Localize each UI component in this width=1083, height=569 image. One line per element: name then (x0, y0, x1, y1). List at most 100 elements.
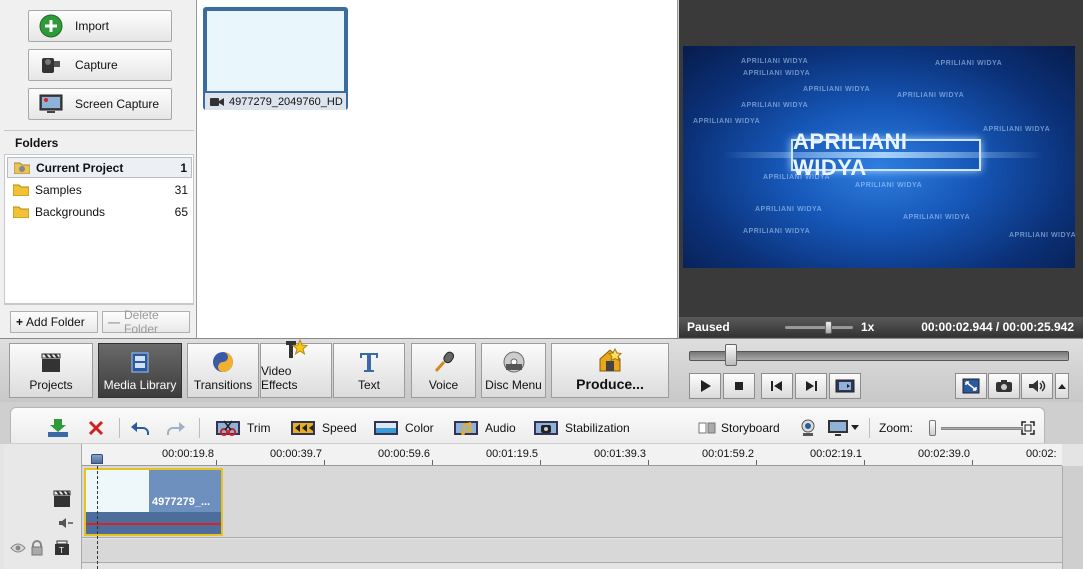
folder-buttons-bar: + Add Folder — Delete Folder (4, 304, 194, 338)
color-button[interactable]: Color (373, 417, 434, 439)
ruler-tick-label: 00:00:59.6 (378, 448, 430, 460)
frame-sequence-button[interactable] (829, 373, 861, 399)
ruler-tick-label: 00:00:19.8 (162, 448, 214, 460)
folders-header: Folders (4, 130, 194, 154)
add-folder-button[interactable]: + Add Folder (10, 311, 98, 333)
svg-text:T: T (59, 546, 64, 555)
skip-forward-icon (806, 381, 817, 391)
screen-capture-button[interactable]: Screen Capture (28, 88, 172, 120)
fullscreen-icon (962, 378, 980, 394)
stabilization-button[interactable]: Stabilization (533, 417, 630, 439)
ruler-tick (432, 460, 433, 465)
toolbar-separator (119, 418, 120, 438)
preview-panel: APRILIANI WIDYA APRILIANI WIDYA APRILIAN… (679, 0, 1083, 338)
fit-timeline-button[interactable] (1019, 417, 1043, 439)
edit-toolbar: Trim Speed Color Audio Stabilization Sto… (0, 402, 1083, 444)
stop-button[interactable] (723, 373, 755, 399)
speaker-icon (1029, 380, 1046, 392)
time-readout: 00:00:02.944 / 00:00:25.942 (921, 320, 1074, 334)
redo-button[interactable] (163, 417, 195, 439)
trim-scissors-icon (215, 418, 241, 438)
play-button[interactable] (689, 373, 721, 399)
text-track[interactable] (82, 539, 1062, 563)
fullscreen-button[interactable] (955, 373, 987, 399)
undo-button[interactable] (127, 417, 159, 439)
speed-slider-thumb[interactable] (825, 321, 832, 334)
preview-status-bar: Paused 1x 00:00:02.944 / 00:00:25.942 (679, 317, 1083, 337)
speed-icon (290, 418, 316, 438)
folder-item-current-project[interactable]: Current Project 1 (7, 157, 192, 178)
tab-projects[interactable]: Projects (9, 343, 93, 398)
ruler-tick (216, 460, 217, 465)
text-track-icon[interactable]: T (54, 540, 70, 559)
folder-item-backgrounds[interactable]: Backgrounds 65 (7, 201, 192, 222)
playhead-line (97, 466, 98, 569)
ruler-tick (864, 460, 865, 465)
speed-label: Speed (322, 421, 357, 435)
add-to-timeline-icon (45, 418, 71, 438)
stabilization-icon (533, 418, 559, 438)
volume-button[interactable] (1021, 373, 1053, 399)
plus-icon: + (16, 315, 24, 329)
tab-disc-menu[interactable]: Disc Menu (481, 343, 546, 398)
disc-menu-icon (501, 349, 527, 375)
playhead-handle[interactable] (91, 454, 103, 464)
video-track[interactable]: 4977279_... (82, 466, 1062, 538)
playback-status: Paused (687, 320, 730, 334)
preview-bg-text: APRILIANI WIDYA (855, 182, 923, 189)
delete-x-icon (83, 418, 109, 438)
film-strip-icon (835, 379, 855, 393)
add-to-timeline-button[interactable] (45, 417, 77, 439)
next-frame-button[interactable] (795, 373, 827, 399)
tab-transitions[interactable]: Transitions (187, 343, 259, 398)
minus-icon: — (108, 315, 120, 329)
tab-text[interactable]: Text (333, 343, 405, 398)
total-time: 00:00:25.942 (1002, 320, 1074, 334)
storyboard-toggle[interactable]: Storyboard (697, 417, 780, 439)
capture-button[interactable]: Capture (28, 49, 172, 81)
volume-dropdown-button[interactable] (1055, 373, 1069, 399)
audio-icon (453, 418, 479, 438)
preview-bg-text: APRILIANI WIDYA (803, 86, 871, 93)
timeline-clip[interactable]: 4977279_... (84, 468, 223, 536)
import-button[interactable]: Import (28, 10, 172, 42)
preview-title-box: APRILIANI WIDYA (791, 129, 981, 180)
produce-button[interactable]: Produce... (551, 343, 669, 398)
monitor-icon (827, 418, 849, 438)
tab-video-effects[interactable]: Video Effects (260, 338, 332, 398)
zoom-slider-thumb[interactable] (929, 420, 936, 436)
delete-folder-button[interactable]: — Delete Folder (102, 308, 190, 336)
folder-item-samples[interactable]: Samples 31 (7, 179, 192, 200)
preview-bg-text: APRILIANI WIDYA (1009, 232, 1075, 239)
lock-icon[interactable] (30, 540, 44, 559)
seek-bar-thumb[interactable] (725, 344, 737, 366)
video-effects-icon (283, 337, 309, 361)
main-toolbar: Projects Media Library Transitions Video… (0, 338, 1083, 402)
folder-name: Samples (35, 182, 82, 197)
media-item[interactable]: 4977279_2049760_HD (203, 7, 348, 110)
trim-button[interactable]: Trim (215, 417, 271, 439)
tab-media-library[interactable]: Media Library (98, 343, 182, 398)
preview-video[interactable]: APRILIANI WIDYA APRILIANI WIDYA APRILIAN… (683, 46, 1075, 268)
timeline-ruler[interactable]: 00:00:19.8 00:00:39.7 00:00:59.6 00:01:1… (82, 444, 1062, 466)
visibility-eye-icon[interactable] (10, 542, 26, 557)
snapshot-button[interactable] (988, 373, 1020, 399)
zoom-slider-track[interactable] (941, 427, 1023, 430)
screen-capture-icon (39, 92, 63, 116)
webcam-button[interactable] (795, 417, 827, 439)
transitions-swirl-icon (210, 349, 236, 375)
ruler-tick-label: 00:01:19.5 (486, 448, 538, 460)
tab-voice[interactable]: Voice (411, 343, 476, 398)
fit-to-window-icon (1019, 418, 1037, 438)
audio-button[interactable]: Audio (453, 417, 516, 439)
speed-button[interactable]: Speed (290, 417, 357, 439)
monitor-dropdown[interactable] (827, 417, 859, 439)
seek-bar-track[interactable] (689, 351, 1069, 361)
previous-frame-button[interactable] (761, 373, 793, 399)
timeline-vertical-scrollbar[interactable] (1062, 466, 1083, 569)
speed-slider-track[interactable] (785, 326, 853, 329)
delete-button[interactable] (83, 417, 115, 439)
audio-track-speaker-icon[interactable] (58, 517, 74, 532)
ruler-tick-label: 00:02: (1026, 448, 1057, 460)
microphone-icon (431, 349, 457, 375)
